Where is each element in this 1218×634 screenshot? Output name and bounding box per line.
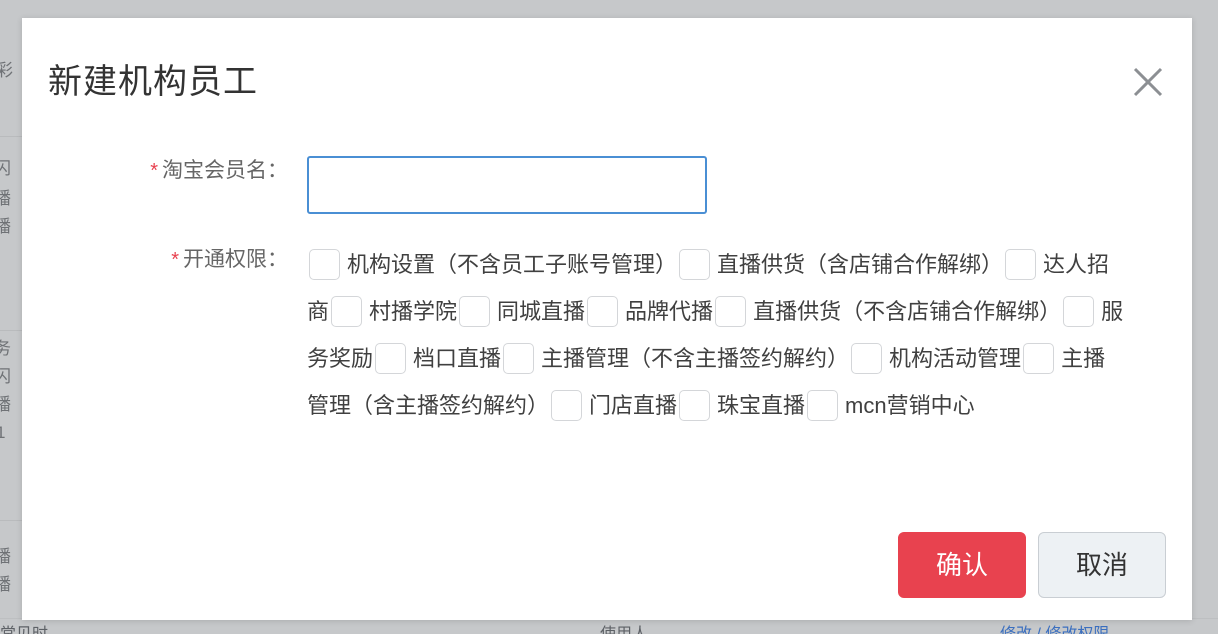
permission-label: mcn营销中心 (845, 393, 975, 418)
permissions-checkbox-group: 机构设置（不含员工子账号管理） 直播供货（含店铺合作解绑） 达人招商 村播学院 … (307, 245, 1127, 433)
permission-checkbox[interactable] (679, 390, 711, 421)
background-glyph: 播 (0, 575, 11, 594)
required-marker: * (150, 160, 158, 182)
form-row-member-name: * 淘宝会员名： (22, 156, 1192, 214)
permission-label: 品牌代播 (625, 299, 714, 324)
permission-checkbox[interactable] (851, 343, 883, 374)
permission-checkbox[interactable] (1023, 343, 1055, 374)
confirm-button[interactable]: 确认 (898, 532, 1026, 598)
permission-checkbox[interactable] (375, 343, 407, 374)
background-glyph: 播 (0, 547, 11, 566)
permission-checkbox[interactable] (331, 296, 363, 327)
background-glyph: 闪 (0, 367, 11, 386)
dialog-footer: 确认 取消 (898, 532, 1166, 598)
background-sidebar-fragment: 彩 闪 播 播 务 闪 播 1 播 播 (0, 0, 22, 634)
permissions-control: 机构设置（不含员工子账号管理） 直播供货（含店铺合作解绑） 达人招商 村播学院 … (307, 245, 1192, 433)
permission-checkbox[interactable] (715, 296, 747, 327)
dialog-body: * 淘宝会员名： * 开通权限： 机构设置（不含员工子账号管理） 直播供货（含店铺合… (22, 156, 1192, 433)
background-cell-text: 使用人 (600, 620, 648, 634)
cancel-button[interactable]: 取消 (1038, 532, 1166, 598)
permissions-label-text: 开通权限： (183, 248, 288, 271)
permission-checkbox[interactable] (309, 249, 340, 280)
permission-label: 同城直播 (497, 299, 586, 324)
background-table-row-fragment: 常见时 使用人 修改 / 修改权限 (0, 618, 1218, 634)
background-glyph: 播 (0, 395, 11, 414)
background-glyph: 彩 (0, 61, 13, 80)
dialog-title: 新建机构员工 (48, 63, 258, 101)
background-glyph: 务 (0, 339, 11, 358)
permission-checkbox[interactable] (503, 343, 535, 374)
permission-checkbox[interactable] (1063, 296, 1095, 327)
background-glyph: 1 (0, 423, 6, 442)
background-cell-link[interactable]: 修改 / 修改权限 (1000, 620, 1109, 634)
background-glyph: 播 (0, 189, 11, 208)
permission-checkbox[interactable] (679, 249, 711, 280)
permission-label: 直播供货（不含店铺合作解绑） (753, 299, 1062, 324)
permissions-label: * 开通权限： (22, 245, 307, 275)
permission-checkbox[interactable] (459, 296, 491, 327)
close-icon[interactable] (1126, 60, 1170, 104)
new-agency-staff-dialog: 新建机构员工 * 淘宝会员名： * 开通权限： 机构设置（不含员工子账号管理） 直播… (22, 18, 1192, 620)
permission-label: 主播管理（不含主播签约解约） (541, 346, 850, 371)
required-marker: * (171, 249, 179, 271)
permission-label: 珠宝直播 (717, 393, 806, 418)
permission-label: 机构设置（不含员工子账号管理） (347, 252, 678, 277)
permission-checkbox[interactable] (1005, 249, 1037, 280)
background-glyph: 播 (0, 217, 11, 236)
member-name-label: * 淘宝会员名： (22, 156, 307, 186)
permission-label: 村播学院 (369, 299, 458, 324)
permission-label: 直播供货（含店铺合作解绑） (717, 252, 1004, 277)
permission-label: 档口直播 (413, 346, 502, 371)
permission-checkbox[interactable] (587, 296, 619, 327)
background-glyph: 闪 (0, 159, 11, 178)
dialog-header: 新建机构员工 (22, 18, 1192, 118)
permission-label: 门店直播 (589, 393, 678, 418)
member-name-control (307, 156, 1192, 214)
permission-checkbox[interactable] (551, 390, 583, 421)
member-name-label-text: 淘宝会员名： (162, 159, 288, 182)
background-cell-text: 常见时 (0, 620, 48, 634)
form-row-permissions: * 开通权限： 机构设置（不含员工子账号管理） 直播供货（含店铺合作解绑） 达人招… (22, 245, 1192, 433)
permission-label: 机构活动管理 (889, 346, 1022, 371)
permission-checkbox[interactable] (807, 390, 839, 421)
member-name-input[interactable] (307, 156, 707, 214)
